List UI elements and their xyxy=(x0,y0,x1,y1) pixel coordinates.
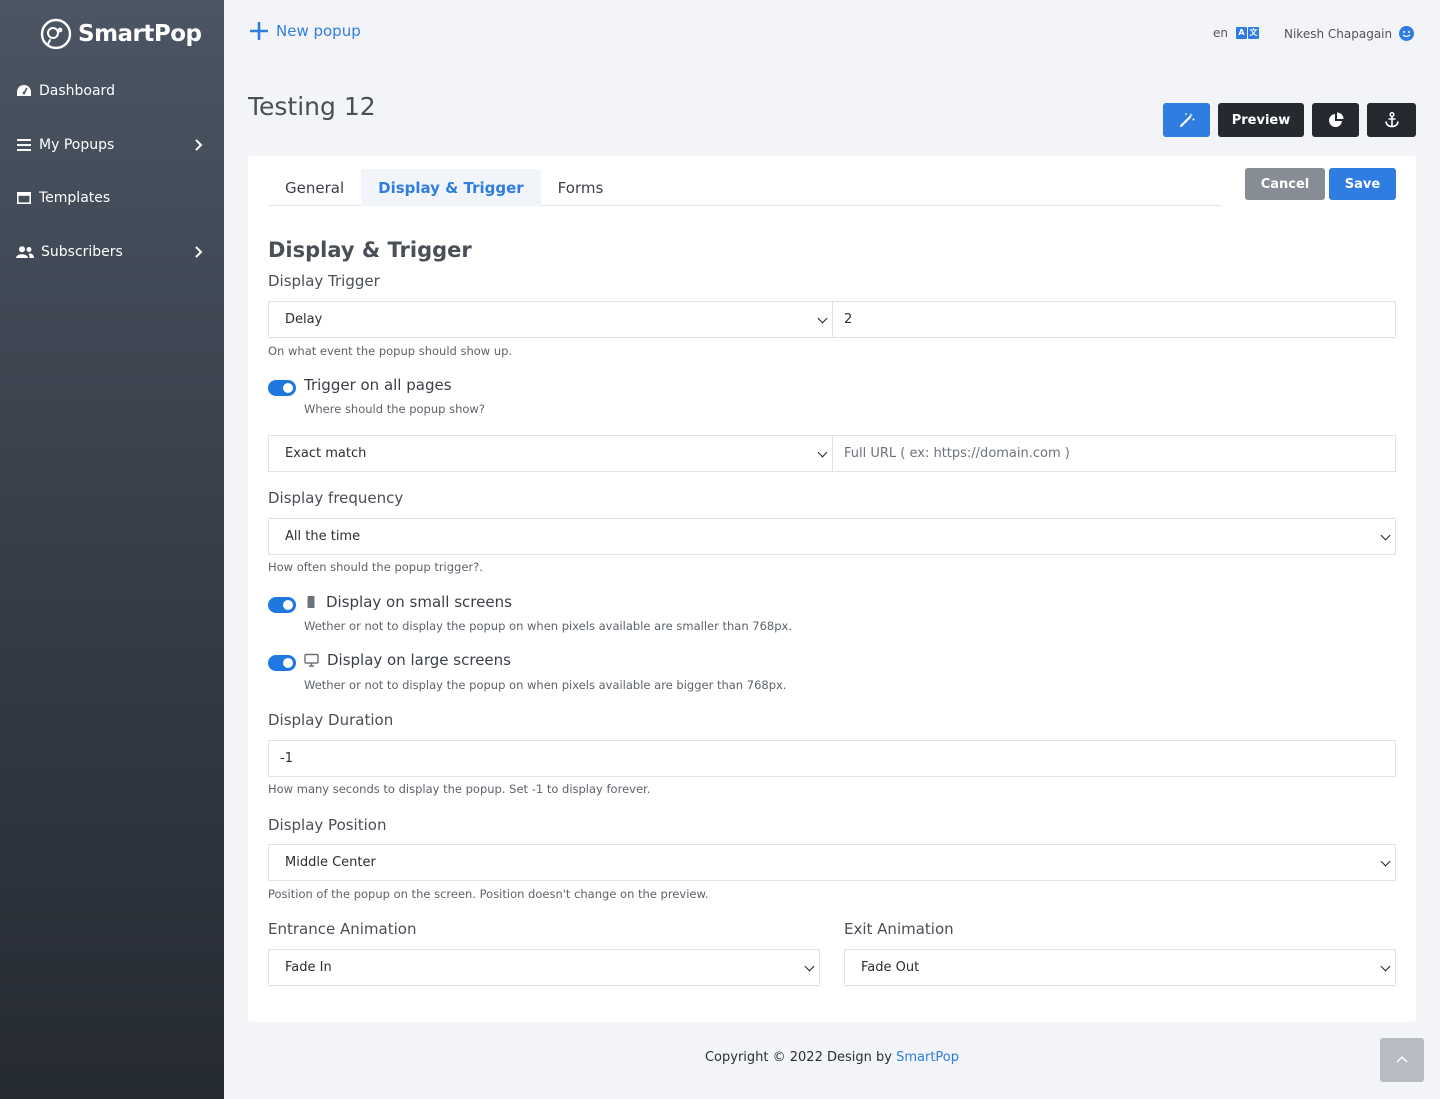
smartpop-logo-icon xyxy=(40,18,72,50)
footer: Copyright © 2022 Design by SmartPop xyxy=(224,1050,1440,1065)
page-title: Testing 12 xyxy=(248,92,376,121)
tab-display-trigger[interactable]: Display & Trigger xyxy=(361,169,541,206)
display-duration-input[interactable]: -1 xyxy=(268,740,1396,777)
sidebar-item-dashboard[interactable]: Dashboard xyxy=(0,73,224,109)
plus-icon xyxy=(250,22,268,40)
sidebar-item-label: Dashboard xyxy=(39,83,115,99)
preview-button[interactable]: Preview xyxy=(1218,103,1304,137)
user-name: Nikesh Chapagain xyxy=(1284,26,1393,41)
user-menu[interactable]: Nikesh Chapagain xyxy=(1284,26,1415,41)
display-duration-help: How many seconds to display the popup. S… xyxy=(268,782,651,796)
large-screens-toggle[interactable] xyxy=(268,655,296,671)
card-actions: Cancel Save xyxy=(1245,168,1396,200)
display-position-help: Position of the popup on the screen. Pos… xyxy=(268,887,709,901)
url-match-value: Exact match xyxy=(285,446,367,461)
url-match-select[interactable]: Exact match xyxy=(268,435,833,472)
tab-forms[interactable]: Forms xyxy=(541,169,621,206)
sidebar-item-label: Subscribers xyxy=(41,244,123,260)
section-title: Display & Trigger xyxy=(268,238,472,262)
sidebar-item-label: My Popups xyxy=(39,137,115,153)
sidebar-item-label: Templates xyxy=(39,190,111,206)
tab-general[interactable]: General xyxy=(268,169,361,206)
settings-card: General Display & Trigger Forms Cancel S… xyxy=(248,156,1416,1022)
avatar xyxy=(1399,26,1415,41)
entrance-animation-label: Entrance Animation xyxy=(268,920,417,938)
pie-chart-icon xyxy=(1328,112,1343,127)
language-switcher[interactable]: en A文 xyxy=(1213,26,1259,40)
display-duration-label: Display Duration xyxy=(268,711,394,729)
new-popup-label: New popup xyxy=(276,22,361,40)
footer-text: Copyright © 2022 Design by xyxy=(704,1050,892,1065)
display-frequency-value: All the time xyxy=(285,529,361,544)
language-code: en xyxy=(1213,26,1228,40)
display-trigger-label: Display Trigger xyxy=(268,272,380,290)
magic-wand-button[interactable] xyxy=(1163,103,1210,137)
delay-value: 2 xyxy=(844,312,853,327)
display-position-select[interactable]: Middle Center xyxy=(268,844,1396,881)
tab-bar: General Display & Trigger Forms xyxy=(268,169,1221,206)
mobile-icon xyxy=(307,596,315,608)
anchor-icon xyxy=(1384,112,1399,128)
display-trigger-value: Delay xyxy=(285,312,323,327)
save-button[interactable]: Save xyxy=(1329,168,1396,200)
display-position-label: Display Position xyxy=(268,816,387,834)
brand-logo[interactable]: SmartPop xyxy=(40,18,202,50)
display-frequency-select[interactable]: All the time xyxy=(268,518,1396,555)
trigger-all-pages-toggle[interactable] xyxy=(268,380,296,396)
entrance-animation-select[interactable]: Fade In xyxy=(268,949,820,986)
small-screens-label: Display on small screens xyxy=(304,593,512,611)
large-screens-text: Display on large screens xyxy=(327,651,511,669)
cancel-button[interactable]: Cancel xyxy=(1245,168,1325,200)
scroll-to-top-button[interactable] xyxy=(1380,1038,1424,1082)
entrance-animation-value: Fade In xyxy=(285,960,332,975)
display-duration-value: -1 xyxy=(280,751,293,766)
exit-animation-select[interactable]: Fade Out xyxy=(844,949,1396,986)
desktop-icon xyxy=(304,653,319,667)
translate-icon: A文 xyxy=(1236,27,1259,39)
users-icon xyxy=(16,244,34,260)
exit-animation-value: Fade Out xyxy=(861,960,920,975)
small-screens-text: Display on small screens xyxy=(326,593,512,611)
display-trigger-select[interactable]: Delay xyxy=(268,301,833,338)
trigger-all-pages-label: Trigger on all pages xyxy=(304,376,452,394)
template-icon xyxy=(16,190,32,206)
dashboard-icon xyxy=(16,83,32,99)
embed-button[interactable] xyxy=(1367,103,1416,137)
sidebar-item-my-popups[interactable]: My Popups xyxy=(0,127,224,163)
display-frequency-label: Display frequency xyxy=(268,489,404,507)
trigger-all-pages-help: Where should the popup show? xyxy=(304,402,485,416)
url-placeholder: Full URL ( ex: https://domain.com ) xyxy=(844,446,1070,461)
trigger-all-pages-text: Trigger on all pages xyxy=(304,376,452,394)
list-icon xyxy=(16,137,32,153)
display-trigger-help: On what event the popup should show up. xyxy=(268,344,513,358)
brand-name: SmartPop xyxy=(78,21,202,47)
display-frequency-help: How often should the popup trigger?. xyxy=(268,560,483,574)
new-popup-link[interactable]: New popup xyxy=(250,22,361,40)
page-actions: Preview xyxy=(1163,103,1416,137)
chevron-up-icon xyxy=(1396,1055,1408,1063)
large-screens-label: Display on large screens xyxy=(304,651,511,669)
sidebar-item-templates[interactable]: Templates xyxy=(0,180,224,216)
chevron-right-icon xyxy=(195,246,203,258)
display-position-value: Middle Center xyxy=(285,855,376,870)
large-screens-help: Wether or not to display the popup on wh… xyxy=(304,678,787,692)
sidebar: SmartPop Dashboard My Popups Templates S… xyxy=(0,0,224,1099)
display-trigger-delay-input[interactable]: 2 xyxy=(832,301,1396,338)
exit-animation-label: Exit Animation xyxy=(844,920,954,938)
small-screens-help: Wether or not to display the popup on wh… xyxy=(304,619,792,633)
chevron-right-icon xyxy=(195,139,203,151)
magic-wand-icon xyxy=(1179,113,1194,128)
statistics-button[interactable] xyxy=(1312,103,1359,137)
url-input[interactable]: Full URL ( ex: https://domain.com ) xyxy=(832,435,1396,472)
small-screens-toggle[interactable] xyxy=(268,597,296,613)
sidebar-item-subscribers[interactable]: Subscribers xyxy=(0,234,224,270)
footer-link[interactable]: SmartPop xyxy=(896,1050,959,1065)
